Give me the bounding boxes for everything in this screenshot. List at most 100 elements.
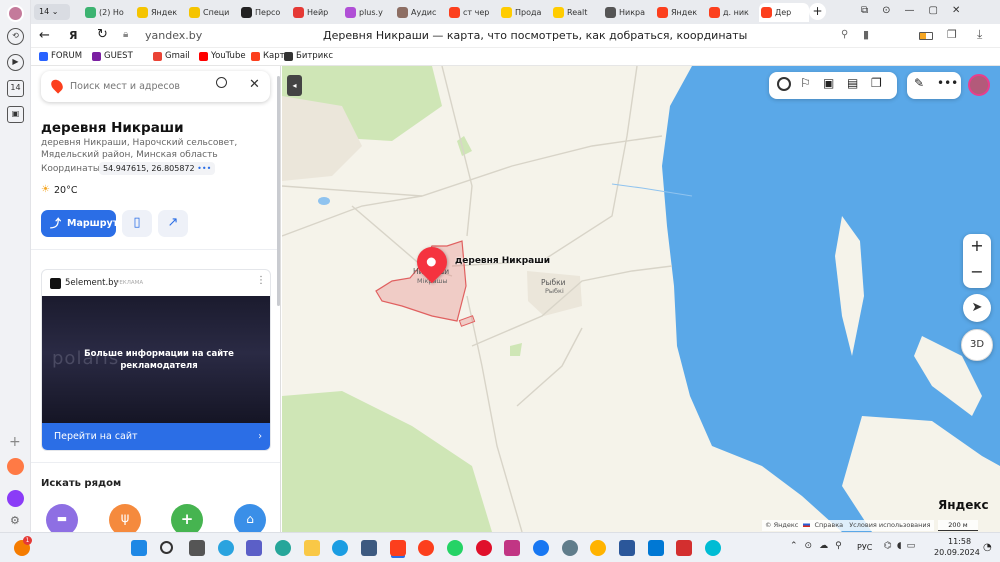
explorer-icon[interactable] bbox=[304, 540, 320, 556]
clock-time[interactable]: 11:58 bbox=[948, 537, 971, 546]
panorama-icon[interactable] bbox=[777, 77, 791, 91]
play-icon[interactable]: ▶ bbox=[7, 54, 24, 71]
browser-tab[interactable]: plus.y bbox=[343, 3, 393, 22]
locate-me-button[interactable]: ➤ bbox=[963, 294, 991, 322]
bookmark-item[interactable]: Gmail bbox=[153, 51, 190, 61]
back-icon[interactable]: ← bbox=[39, 28, 50, 43]
ad-cta-button[interactable]: Перейти на сайт › bbox=[42, 423, 270, 450]
search-box[interactable]: ✕ bbox=[41, 71, 270, 102]
alice-icon[interactable] bbox=[7, 490, 24, 507]
reload-icon[interactable]: ↻ bbox=[97, 27, 108, 42]
browser-tab[interactable]: Специ bbox=[187, 3, 237, 22]
map-view[interactable]: Никраши Мікрашы деревня Никраши Рыбки Ры… bbox=[282, 66, 1000, 532]
settings-taskbar-icon[interactable] bbox=[562, 540, 578, 556]
collapse-panel-button[interactable]: ◂ bbox=[287, 75, 302, 96]
user-avatar[interactable] bbox=[968, 74, 990, 96]
browser-tab[interactable]: Яндек bbox=[135, 3, 185, 22]
add-panel-icon[interactable]: + bbox=[9, 434, 21, 450]
tab-counter[interactable]: 14 ⌄ bbox=[34, 4, 70, 20]
store-icon[interactable] bbox=[361, 540, 377, 556]
photos-icon[interactable] bbox=[648, 540, 664, 556]
whatsapp-icon[interactable] bbox=[447, 540, 463, 556]
search-taskbar-icon[interactable] bbox=[160, 541, 173, 554]
zoom-out-button[interactable]: − bbox=[963, 262, 991, 281]
url-text[interactable]: yandex.by bbox=[145, 29, 202, 42]
close-icon[interactable]: ✕ bbox=[249, 77, 260, 92]
help-link[interactable]: Справка bbox=[814, 521, 843, 529]
browser-tab[interactable]: ст чер bbox=[447, 3, 497, 22]
yandex-button-icon[interactable]: Я bbox=[69, 29, 77, 42]
instagram-icon[interactable] bbox=[504, 540, 520, 556]
nearby-food-icon[interactable]: ψ bbox=[109, 504, 141, 532]
ad-block[interactable]: 5element.by РЕКЛАМА ⋮ polaris Больше инф… bbox=[41, 269, 271, 451]
ruler-icon[interactable]: ✎ bbox=[914, 76, 924, 90]
browser-tab[interactable]: Яндек bbox=[655, 3, 705, 22]
pdf-icon[interactable] bbox=[676, 540, 692, 556]
bus-icon[interactable]: ▤ bbox=[847, 76, 858, 90]
edge-icon[interactable] bbox=[332, 540, 348, 556]
more-icon[interactable]: ⋮ bbox=[256, 275, 266, 286]
browser-tab[interactable]: Realt bbox=[551, 3, 601, 22]
save-bookmark-button[interactable]: ▯ bbox=[122, 210, 152, 237]
ad-banner[interactable]: polaris Больше информации на сайте рекла… bbox=[42, 296, 270, 423]
nearby-hotel-icon[interactable]: ▬ bbox=[46, 504, 78, 532]
copyright-text[interactable]: © Яндекс bbox=[765, 521, 798, 529]
browser-tab[interactable]: (2) Но bbox=[83, 3, 133, 22]
browser-tab[interactable]: Никра bbox=[603, 3, 653, 22]
browser-tab[interactable]: Аудис bbox=[395, 3, 445, 22]
route-button[interactable]: ⤴ Маршрут bbox=[41, 210, 118, 237]
start-icon[interactable] bbox=[131, 540, 147, 556]
word-icon[interactable] bbox=[619, 540, 635, 556]
notifications-icon[interactable]: ◔ bbox=[983, 542, 992, 553]
task-view-icon[interactable] bbox=[189, 540, 205, 556]
history-icon[interactable]: ⟲ bbox=[7, 28, 24, 45]
map-book-icon[interactable]: ⚐ bbox=[800, 76, 811, 90]
share-button[interactable]: ↗ bbox=[158, 210, 188, 237]
new-tab-button[interactable]: + bbox=[809, 3, 826, 20]
globe-icon[interactable] bbox=[275, 540, 291, 556]
bookmark-item[interactable]: YouTube bbox=[199, 51, 246, 61]
yandex-icon[interactable] bbox=[418, 540, 434, 556]
facebook-icon[interactable] bbox=[533, 540, 549, 556]
browser-tab[interactable]: Персо bbox=[239, 3, 289, 22]
layers-icon[interactable]: ❐ bbox=[871, 76, 882, 90]
more-options-icon[interactable]: ••• bbox=[937, 76, 958, 90]
system-icons[interactable]: ⌬◖▭ bbox=[884, 541, 920, 551]
bookmark-item[interactable]: Битрикс bbox=[284, 51, 333, 61]
yandex-browser-icon[interactable] bbox=[390, 540, 406, 556]
extensions-icon[interactable]: ❐ bbox=[947, 28, 957, 41]
location-icon[interactable]: ⚲ bbox=[841, 29, 848, 40]
tab-favicon-icon bbox=[449, 7, 460, 18]
bookmark-icon[interactable]: ▮ bbox=[863, 28, 869, 41]
telegram-icon[interactable] bbox=[218, 540, 234, 556]
opera-icon[interactable] bbox=[476, 540, 492, 556]
panel-scrollbar[interactable] bbox=[277, 76, 280, 306]
tray-icons[interactable]: ⌃⊙☁⚲ bbox=[790, 541, 849, 551]
zoom-in-button[interactable]: + bbox=[963, 236, 991, 255]
nearby-pharmacy-icon[interactable]: + bbox=[171, 504, 203, 532]
profile-avatar[interactable] bbox=[7, 5, 24, 22]
camera-icon[interactable]: ▣ bbox=[823, 76, 834, 90]
download-icon[interactable]: ⤓ bbox=[977, 27, 982, 42]
search-input[interactable] bbox=[70, 77, 210, 95]
terms-link[interactable]: Условия использования bbox=[849, 521, 930, 529]
nearby-shop-icon[interactable]: ⌂ bbox=[234, 504, 266, 532]
app-icon[interactable] bbox=[705, 540, 721, 556]
search-icon[interactable] bbox=[216, 77, 227, 88]
browser-tab[interactable]: Дер bbox=[759, 3, 809, 22]
browser-tab[interactable]: Нейр bbox=[291, 3, 341, 22]
bookmark-item[interactable]: GUEST bbox=[92, 51, 133, 61]
3d-button[interactable]: 3D bbox=[961, 329, 993, 361]
teams-icon[interactable] bbox=[246, 540, 262, 556]
screenshot-icon[interactable]: ▣ bbox=[7, 106, 24, 123]
chat-icon[interactable] bbox=[590, 540, 606, 556]
coords-value[interactable]: 54.947615, 26.805872 ••• bbox=[99, 162, 216, 175]
bookmark-item[interactable]: FORUM bbox=[39, 51, 82, 61]
settings-icon[interactable]: ⚙ bbox=[10, 514, 20, 527]
side-tabs-counter[interactable]: 14 bbox=[7, 80, 24, 97]
browser-tab[interactable]: Прода bbox=[499, 3, 549, 22]
language-indicator[interactable]: РУС bbox=[857, 543, 872, 552]
assistant-icon[interactable] bbox=[7, 458, 24, 475]
clock-date[interactable]: 20.09.2024 bbox=[934, 548, 980, 557]
browser-tab[interactable]: д. ник bbox=[707, 3, 757, 22]
